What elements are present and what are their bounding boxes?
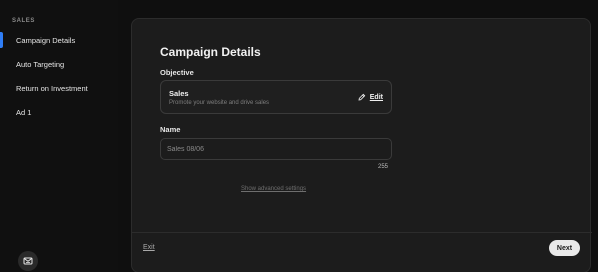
- sidebar: SALES Campaign Details Auto Targeting Re…: [0, 0, 118, 272]
- sidebar-section-label: SALES: [12, 18, 36, 24]
- objective-card: Sales Promote your website and drive sal…: [160, 80, 392, 114]
- objective-name: Sales: [169, 89, 189, 98]
- scrollbar[interactable]: [592, 0, 598, 272]
- next-button[interactable]: Next: [549, 240, 580, 256]
- character-count: 255: [378, 164, 389, 170]
- support-button[interactable]: [18, 251, 38, 271]
- objective-description: Promote your website and drive sales: [169, 100, 270, 106]
- active-indicator: [0, 32, 3, 48]
- exit-button[interactable]: Exit: [143, 244, 155, 251]
- campaign-details-panel: Campaign Details Objective Sales Promote…: [131, 18, 592, 272]
- sidebar-item-label: Ad 1: [16, 107, 32, 117]
- sidebar-item-label: Return on Investment: [16, 83, 88, 93]
- sidebar-item-ad-1[interactable]: Ad 1: [0, 102, 118, 122]
- sidebar-item-campaign-details[interactable]: Campaign Details: [0, 30, 118, 50]
- sidebar-item-label: Campaign Details: [16, 35, 76, 45]
- edit-objective-button[interactable]: Edit: [358, 93, 383, 101]
- campaign-name-input[interactable]: [160, 138, 392, 160]
- name-label: Name: [160, 125, 181, 134]
- sidebar-item-return-on-investment[interactable]: Return on Investment: [0, 78, 118, 98]
- show-advanced-settings-link[interactable]: Show advanced settings: [241, 186, 306, 192]
- sidebar-item-auto-targeting[interactable]: Auto Targeting: [0, 54, 118, 74]
- footer-divider: [132, 232, 592, 233]
- page-title: Campaign Details: [160, 45, 261, 59]
- pencil-icon: [358, 93, 366, 101]
- objective-label: Objective: [160, 68, 194, 77]
- sidebar-item-label: Auto Targeting: [16, 59, 65, 69]
- message-envelope-icon: [23, 257, 33, 265]
- edit-label: Edit: [369, 93, 383, 101]
